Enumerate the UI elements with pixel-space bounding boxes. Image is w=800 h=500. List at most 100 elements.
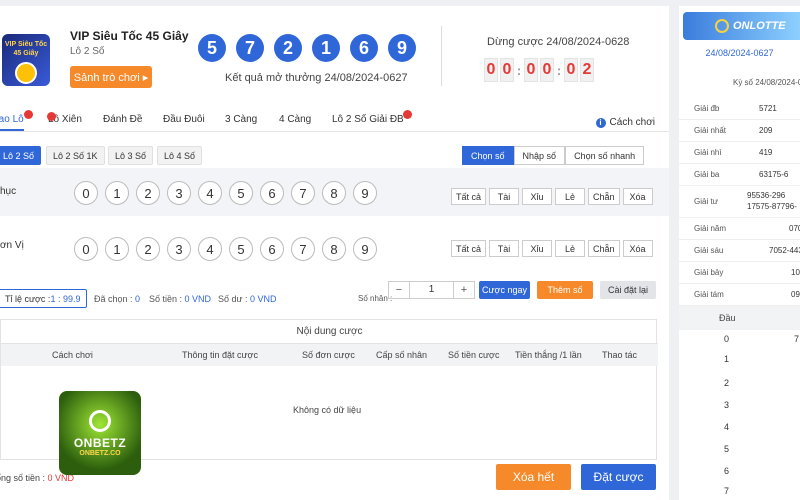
sidebar-date[interactable]: 24/08/2024-0627 bbox=[679, 48, 800, 58]
digit-ball[interactable]: 5 bbox=[229, 237, 253, 261]
empty-state: Không có dữ liệu bbox=[293, 405, 362, 415]
select-big-button[interactable]: Tài bbox=[489, 188, 520, 205]
countdown-digit: 0 bbox=[484, 58, 498, 82]
add-number-button[interactable]: Thêm số bbox=[537, 281, 593, 299]
prize-label: Giải nhất bbox=[694, 126, 727, 135]
onbetz-logo: ONBETZ ONBETZ.CO bbox=[59, 391, 141, 475]
stat-value: 0 VND bbox=[184, 294, 212, 304]
clear-row-button[interactable]: Xóa bbox=[622, 188, 653, 205]
tab-lo-xien[interactable]: Lô Xiên bbox=[47, 112, 82, 125]
brand-mark-icon bbox=[89, 409, 111, 432]
tab-4-cang[interactable]: 4 Càng bbox=[279, 114, 311, 125]
bet-now-button[interactable]: Cược ngay bbox=[479, 281, 530, 299]
select-odd-button[interactable]: Lẻ bbox=[555, 188, 586, 205]
multiplier-input[interactable]: 1 bbox=[409, 282, 454, 298]
tab-label: Bao Lô bbox=[0, 114, 24, 125]
prize-value: 209 bbox=[759, 126, 773, 135]
digit-ball[interactable]: 9 bbox=[353, 237, 377, 261]
digit-ball[interactable]: 1 bbox=[105, 237, 129, 261]
result-ball: 2 bbox=[274, 34, 302, 62]
subtab-lo-2-so-1k[interactable]: Lô 2 Số 1K bbox=[46, 146, 105, 165]
tab-bao-lo[interactable]: Bao Lô bbox=[0, 110, 33, 131]
digit-row-tens: hục 0 1 2 3 4 5 6 7 8 9 Tất cả Tài Xỉu L… bbox=[0, 168, 669, 216]
results-sidebar: ONLOTTE 24/08/2024-0627 Kỳ số 24/08/2024… bbox=[679, 6, 800, 500]
select-small-button[interactable]: Xỉu bbox=[522, 240, 553, 257]
select-even-button[interactable]: Chẵn bbox=[588, 240, 620, 257]
tab-dau-duoi[interactable]: Đầu Đuôi bbox=[163, 114, 205, 125]
tab-3-cang[interactable]: 3 Càng bbox=[225, 114, 257, 125]
prize-row: Giải nhì 419 bbox=[679, 142, 800, 164]
plus-icon[interactable]: + bbox=[454, 284, 474, 296]
lobby-button[interactable]: Sảnh trò chơi ▸ bbox=[70, 66, 152, 88]
mode-quick-choose[interactable]: Chọn số nhanh bbox=[565, 146, 645, 165]
result-ball: 9 bbox=[388, 34, 416, 62]
tab-danh-de[interactable]: Đánh Đề bbox=[103, 114, 142, 125]
prize-label: Giải đb bbox=[694, 104, 720, 113]
reset-button[interactable]: Cài đặt lại bbox=[600, 281, 656, 299]
prize-value: 5721 bbox=[759, 104, 777, 113]
digit-ball[interactable]: 7 bbox=[291, 237, 315, 261]
digit-ball[interactable]: 1 bbox=[105, 181, 129, 205]
select-small-button[interactable]: Xỉu bbox=[522, 188, 553, 205]
place-bet-button[interactable]: Đặt cược bbox=[581, 464, 656, 490]
input-mode-switch: Chọn số Nhập số Chọn số nhanh bbox=[462, 146, 645, 165]
clear-all-button[interactable]: Xóa hết bbox=[496, 464, 571, 490]
brand-logo-icon bbox=[715, 19, 729, 33]
head-digit: 2 bbox=[724, 378, 730, 388]
result-ball: 5 bbox=[198, 34, 226, 62]
prize-row: Giải bảy 10 bbox=[679, 262, 800, 284]
digit-ball[interactable]: 8 bbox=[322, 237, 346, 261]
stop-bet-label: Dừng cược 24/08/2024-0628 bbox=[487, 36, 630, 48]
digit-picker: 0 1 2 3 4 5 6 7 8 9 bbox=[74, 181, 377, 205]
game-title: VIP Siêu Tốc 45 Giây bbox=[70, 29, 189, 43]
game-panel: VIP Siêu Tốc 45 Giây VIP Siêu Tốc 45 Giâ… bbox=[0, 6, 669, 500]
result-ball: 7 bbox=[236, 34, 264, 62]
select-all-button[interactable]: Tất cả bbox=[451, 240, 487, 257]
prize-row: Giải tư 95536-296 17575-87796- bbox=[679, 186, 800, 218]
minus-icon[interactable]: − bbox=[389, 284, 409, 296]
prize-row: Giải đb 5721 bbox=[679, 98, 800, 120]
digit-ball[interactable]: 0 bbox=[74, 181, 98, 205]
game-header: VIP Siêu Tốc 45 Giây VIP Siêu Tốc 45 Giâ… bbox=[0, 6, 669, 106]
digit-ball[interactable]: 4 bbox=[198, 181, 222, 205]
subtab-lo-2-so[interactable]: Lô 2 Số bbox=[0, 146, 42, 165]
select-odd-button[interactable]: Lẻ bbox=[555, 240, 586, 257]
help-link[interactable]: i Cách chơi bbox=[595, 117, 655, 128]
digit-ball[interactable]: 7 bbox=[291, 181, 315, 205]
clear-row-button[interactable]: Xóa bbox=[622, 240, 653, 257]
digit-ball[interactable]: 2 bbox=[136, 181, 160, 205]
prize-label: Giải năm bbox=[694, 224, 727, 233]
column-header: Thông tin đặt cược bbox=[182, 350, 258, 360]
subtab-lo-4-so[interactable]: Lô 4 Số bbox=[157, 146, 203, 165]
digit-ball[interactable]: 6 bbox=[260, 181, 284, 205]
digit-ball[interactable]: 0 bbox=[74, 237, 98, 261]
stat-label: Đã chọn : bbox=[94, 294, 136, 304]
select-all-button[interactable]: Tất cả bbox=[451, 188, 487, 205]
digit-ball[interactable]: 4 bbox=[198, 237, 222, 261]
digit-ball[interactable]: 9 bbox=[353, 181, 377, 205]
select-even-button[interactable]: Chẵn bbox=[588, 188, 620, 205]
odds-label: Tỉ lệ cược : bbox=[5, 293, 51, 304]
head-digit: 7 bbox=[724, 486, 730, 496]
prize-label: Giải tám bbox=[694, 290, 724, 299]
period-label: Kỳ số 24/08/2024-0 bbox=[679, 78, 800, 98]
digit-ball[interactable]: 3 bbox=[167, 181, 191, 205]
digit-ball[interactable]: 5 bbox=[229, 181, 253, 205]
prize-row: Giải ba 63175-6 bbox=[679, 164, 800, 186]
subtab-lo-3-so[interactable]: Lô 3 Số bbox=[108, 146, 154, 165]
digit-ball[interactable]: 6 bbox=[260, 237, 284, 261]
bet-amount: Số tiền : 0 VND bbox=[149, 294, 211, 304]
digit-ball[interactable]: 3 bbox=[167, 237, 191, 261]
countdown-timer: 0 0 : 0 0 : 0 2 bbox=[484, 58, 594, 82]
digit-ball[interactable]: 8 bbox=[322, 181, 346, 205]
digit-ball[interactable]: 2 bbox=[136, 237, 160, 261]
mode-enter-number[interactable]: Nhập số bbox=[513, 146, 566, 165]
info-icon: i bbox=[595, 117, 606, 128]
select-big-button[interactable]: Tài bbox=[489, 240, 520, 257]
tab-lo-2-so-giai-db[interactable]: Lô 2 Số Giải ĐB bbox=[332, 110, 412, 125]
multiplier-stepper: − 1 + bbox=[388, 281, 475, 299]
selected-count: Đã chọn : 0 bbox=[94, 294, 140, 304]
result-ball: 6 bbox=[350, 34, 378, 62]
stat-value: 0 bbox=[135, 294, 141, 304]
mode-choose-number[interactable]: Chọn số bbox=[462, 146, 514, 165]
